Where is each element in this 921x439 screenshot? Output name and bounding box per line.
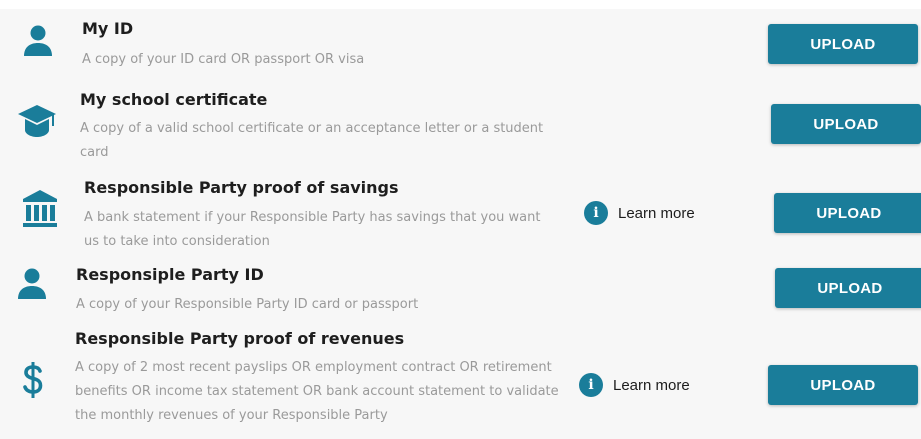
document-title: My ID <box>82 19 134 38</box>
document-title: My school certificate <box>80 90 268 109</box>
upload-button[interactable]: UPLOAD <box>768 24 918 64</box>
document-description: A copy of your ID card OR passport OR vi… <box>82 52 365 67</box>
person-icon <box>17 268 47 300</box>
document-title: Responsiple Party ID <box>76 265 264 284</box>
learn-more-link[interactable]: i Learn more <box>579 373 690 397</box>
upload-button[interactable]: UPLOAD <box>768 365 918 405</box>
document-description: A copy of 2 most recent payslips OR empl… <box>75 360 559 423</box>
dollar-icon <box>22 362 44 398</box>
top-strip <box>0 0 921 9</box>
info-icon: i <box>584 201 608 225</box>
graduation-cap-icon <box>17 103 57 139</box>
document-title: Responsible Party proof of savings <box>84 178 399 197</box>
learn-more-link[interactable]: i Learn more <box>584 201 695 225</box>
document-title: Responsible Party proof of revenues <box>75 329 405 348</box>
document-description: A copy of your Responsible Party ID card… <box>76 297 419 312</box>
upload-button[interactable]: UPLOAD <box>771 104 921 144</box>
learn-more-label: Learn more <box>618 204 695 222</box>
document-description: A copy of a valid school certificate or … <box>80 121 544 160</box>
learn-more-label: Learn more <box>613 376 690 394</box>
info-icon: i <box>579 373 603 397</box>
bank-icon <box>22 189 58 229</box>
upload-button[interactable]: UPLOAD <box>774 193 921 233</box>
document-description: A bank statement if your Responsible Par… <box>84 210 541 249</box>
person-icon <box>23 25 53 57</box>
upload-button[interactable]: UPLOAD <box>775 268 921 308</box>
